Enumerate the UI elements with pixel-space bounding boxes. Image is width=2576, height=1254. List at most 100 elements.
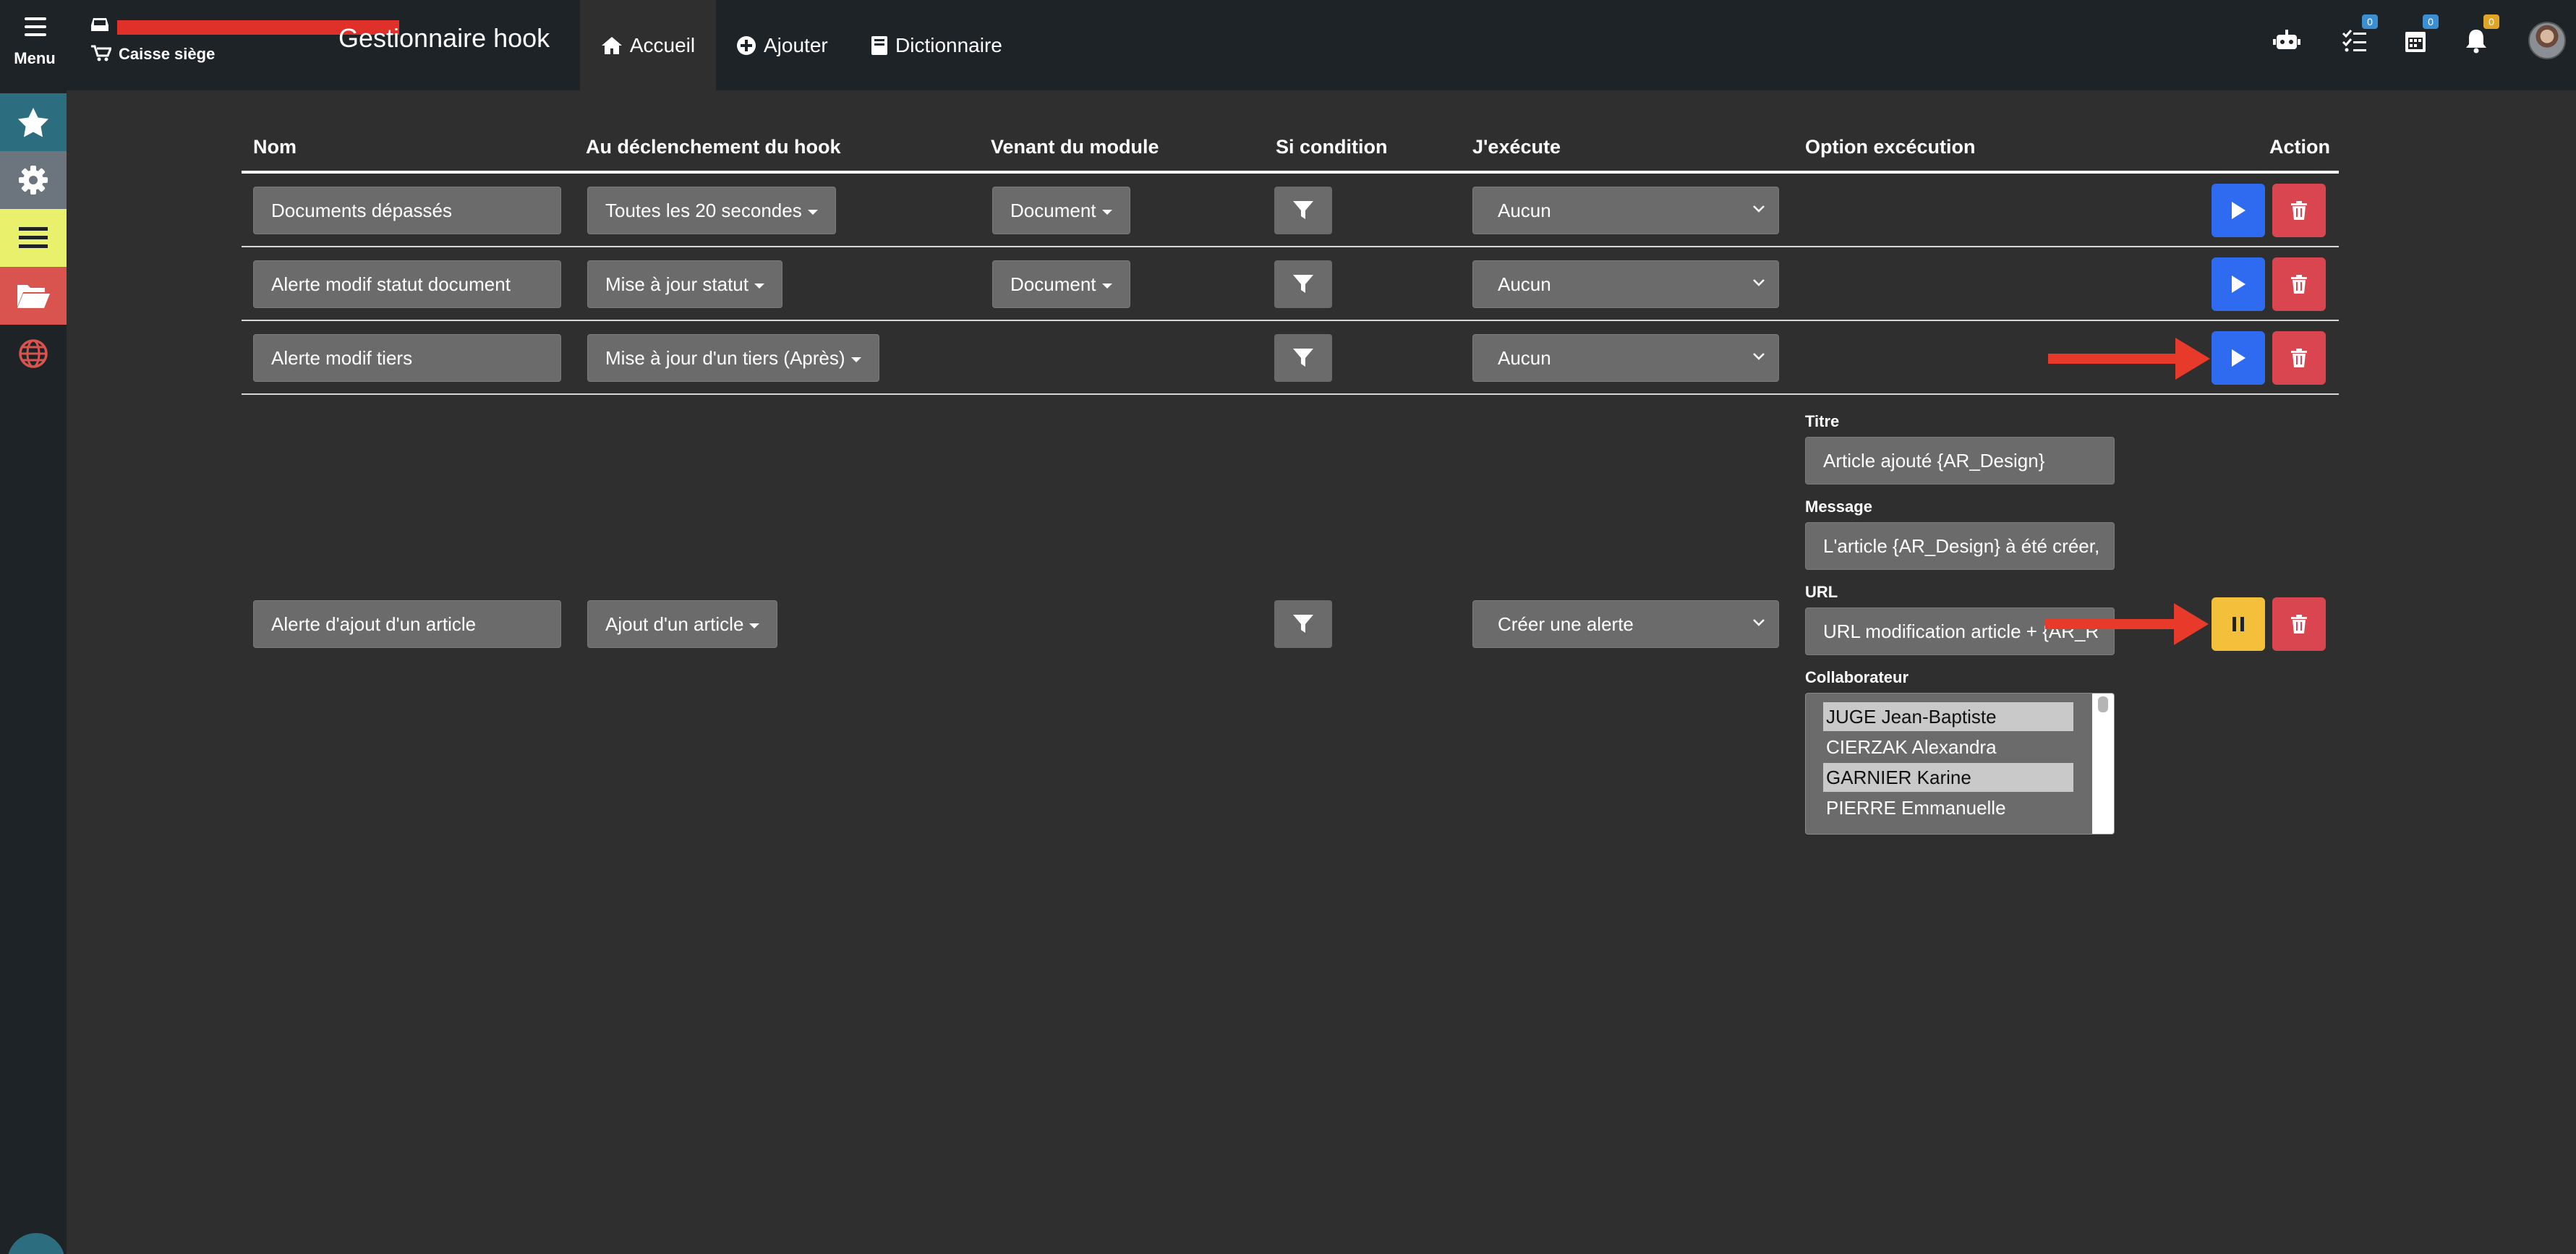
play-button[interactable] [2212,257,2265,311]
sidebar-item-list[interactable] [0,209,67,267]
collaborateur-listbox[interactable]: JUGE Jean-Baptiste CIERZAK Alexandra GAR… [1805,693,2115,835]
trigger-dropdown[interactable]: Ajout d'un article [587,600,778,648]
menu-button[interactable]: Menu [0,0,69,90]
sidebar-item-settings[interactable] [0,151,67,209]
condition-filter-button[interactable] [1274,334,1332,382]
trash-icon [2291,275,2307,294]
robot-icon [2273,30,2300,49]
message-input[interactable]: L'article {AR_Design} à été créer, [1805,522,2115,570]
row-divider [242,393,2339,395]
tasks-badge: 0 [2362,14,2378,29]
notifications-button[interactable]: 0 [2462,14,2499,55]
play-button[interactable] [2212,331,2265,385]
trigger-dropdown[interactable]: Mise à jour d'un tiers (Après) [587,334,879,382]
top-navbar: Menu Caisse siège Gestionnaire hook Accu… [0,0,2576,90]
delete-button[interactable] [2272,597,2326,651]
tab-dictionnaire-label: Dictionnaire [895,33,1002,56]
caret-down-icon [807,209,818,215]
condition-filter-button[interactable] [1274,260,1332,308]
collaborator-option[interactable]: PIERRE Emmanuelle [1823,793,2073,822]
notifications-badge: 0 [2483,14,2499,29]
collaborator-option[interactable]: JUGE Jean-Baptiste [1823,702,2073,731]
trigger-dropdown[interactable]: Mise à jour statut [587,260,782,308]
menu-label: Menu [14,49,56,67]
hook-name-input[interactable]: Alerte modif statut document [253,260,561,308]
hook-name-input[interactable]: Alerte d'ajout d'un article [253,600,561,648]
trigger-value: Mise à jour statut [605,273,749,295]
annotation-arrow [2048,338,2210,380]
trigger-dropdown[interactable]: Toutes les 20 secondes [587,187,836,234]
collaborator-option[interactable]: GARNIER Karine [1823,763,2073,792]
hook-name-input[interactable]: Alerte modif tiers [253,334,561,382]
execute-select[interactable]: Aucun [1472,334,1779,382]
caret-down-icon [1101,209,1112,215]
collaborator-option[interactable]: CIERZAK Alexandra [1823,733,2073,762]
tasks-icon [2342,30,2366,52]
tab-accueil-label: Accueil [629,33,696,56]
filter-icon [1293,349,1313,367]
column-header-execute: J'exécute [1472,136,1561,158]
module-dropdown[interactable]: Document [992,260,1130,308]
tab-ajouter[interactable]: Ajouter [736,0,828,90]
delete-button[interactable] [2272,331,2326,385]
calendar-button[interactable]: 0 [2401,14,2439,55]
titre-input[interactable]: Article ajouté {AR_Design} [1805,437,2115,485]
chat-bubble-button[interactable] [7,1233,65,1254]
column-header-nom: Nom [253,136,297,158]
chevron-down-icon [1753,619,1765,626]
execute-value: Aucun [1498,347,1551,369]
sidebar-item-favorites[interactable] [0,93,67,151]
tab-dictionnaire[interactable]: Dictionnaire [871,0,1002,90]
pause-icon [2232,617,2244,631]
condition-filter-button[interactable] [1274,600,1332,648]
cart-icon [91,45,111,61]
hamburger-icon [25,17,46,38]
book-icon [871,35,887,55]
chevron-down-icon [1753,279,1765,286]
star-icon [18,108,48,137]
filter-icon [1293,615,1313,633]
app-title: Gestionnaire hook [338,23,550,53]
globe-icon [19,339,48,368]
chevron-down-icon [1753,353,1765,360]
sidebar-item-documents[interactable] [0,267,67,325]
execute-select[interactable]: Créer une alerte [1472,600,1779,648]
url-input[interactable]: URL modification article + {AR_R [1805,607,2115,655]
column-header-declenchement: Au déclenchement du hook [586,136,841,158]
condition-filter-button[interactable] [1274,187,1332,234]
bell-icon [2466,30,2486,54]
home-icon [601,36,622,54]
execute-select[interactable]: Aucun [1472,187,1779,234]
hook-name-input[interactable]: Documents dépassés [253,187,561,234]
execute-select[interactable]: Aucun [1472,260,1779,308]
row-divider [242,320,2339,321]
module-value: Document [1010,200,1096,221]
column-header-action: Action [2269,136,2330,158]
delete-button[interactable] [2272,257,2326,311]
column-header-module: Venant du module [991,136,1159,158]
robot-button[interactable] [2272,26,2301,55]
sidebar-item-web[interactable] [0,325,67,383]
user-avatar[interactable] [2528,22,2566,59]
caret-down-icon [1101,283,1112,289]
column-header-condition: Si condition [1276,136,1388,158]
trigger-value: Toutes les 20 secondes [605,200,802,221]
play-button[interactable] [2212,184,2265,237]
module-dropdown[interactable]: Document [992,187,1130,234]
scrollbar-thumb[interactable] [2098,696,2108,712]
delete-button[interactable] [2272,184,2326,237]
pause-button[interactable] [2212,597,2265,651]
inbox-icon [91,18,108,31]
execute-value: Aucun [1498,200,1551,221]
left-sidebar [0,90,67,1254]
list-icon [19,227,48,248]
tasks-button[interactable]: 0 [2340,14,2378,55]
annotation-arrow [2045,603,2209,645]
tab-accueil[interactable]: Accueil [580,0,716,90]
url-label: URL [1805,583,1838,601]
gear-icon [19,166,48,195]
chevron-down-icon [1753,205,1765,213]
calendar-icon [2405,32,2426,52]
filter-icon [1293,275,1313,293]
listbox-scrollbar[interactable] [2092,694,2114,834]
